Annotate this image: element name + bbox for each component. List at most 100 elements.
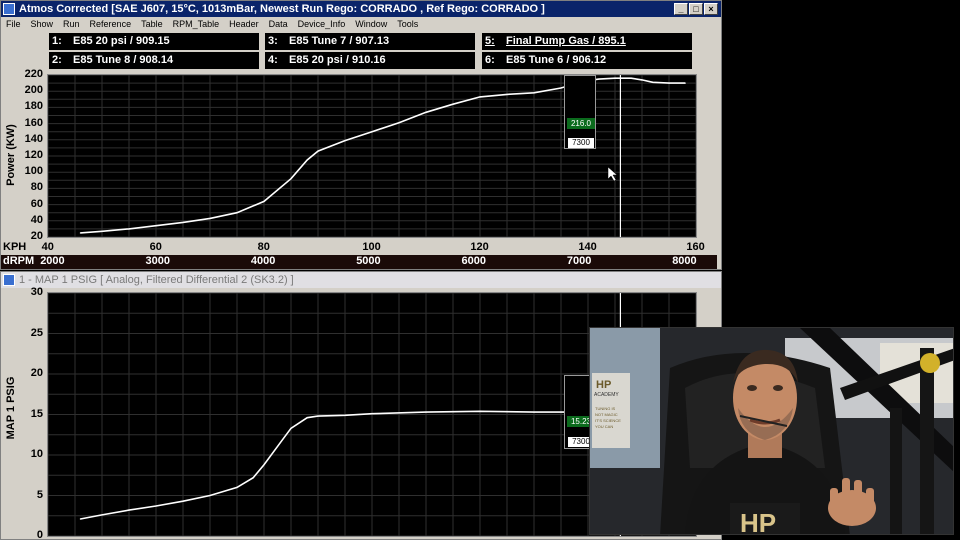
run-legend: 1: E85 20 psi / 909.15 2: E85 Tune 8 / 9… <box>1 32 721 72</box>
map-data-point <box>425 411 427 413</box>
power-y-tick: 40 <box>30 213 43 226</box>
power-window-titlebar[interactable]: Atmos Corrected [SAE J607, 15°C, 1013mBa… <box>1 1 721 17</box>
power-y-tick: 160 <box>24 116 43 129</box>
map-data-point <box>79 518 81 520</box>
svg-text:TUNING IS: TUNING IS <box>595 406 616 411</box>
mouse-pointer-icon <box>607 166 618 182</box>
rpm-axis-label: dRPM <box>3 255 35 267</box>
rpm-tick: 2000 <box>40 255 65 267</box>
power-data-point <box>101 230 103 232</box>
power-y-tick: 180 <box>24 100 43 113</box>
kph-tick: 160 <box>686 241 705 253</box>
app-icon <box>3 274 15 286</box>
menu-run[interactable]: Run <box>58 17 85 31</box>
run-item-6[interactable]: 6: E85 Tune 6 / 906.12 <box>482 52 692 69</box>
kph-tick: 100 <box>362 241 381 253</box>
rpm-tick: 7000 <box>566 255 592 267</box>
map-data-point <box>317 415 319 417</box>
map-data-point <box>344 414 346 416</box>
svg-text:NOT MAGIC: NOT MAGIC <box>595 412 618 417</box>
menu-show[interactable]: Show <box>26 17 59 31</box>
power-y-tick: 60 <box>30 197 43 210</box>
map-data-point <box>533 411 535 413</box>
menu-header[interactable]: Header <box>224 17 264 31</box>
power-data-point <box>155 225 157 227</box>
map-y-tick: 0 <box>36 529 43 540</box>
power-data-point <box>452 103 454 105</box>
power-chart-svg <box>47 74 697 238</box>
map-data-point <box>128 509 130 511</box>
kph-tick: 40 <box>41 241 54 253</box>
power-data-point <box>533 92 535 94</box>
map-y-tick: 5 <box>36 488 43 501</box>
map-data-point <box>279 442 281 444</box>
power-data-point <box>560 87 562 89</box>
map-data-point <box>479 410 481 412</box>
presenter-webcam: HP ACADEMY TUNING IS NOT MAGIC IT'S SCIE… <box>589 327 954 535</box>
kph-tick: 80 <box>257 241 270 253</box>
map-data-point <box>371 413 373 415</box>
power-data-point <box>317 150 319 152</box>
menu-rpm-table[interactable]: RPM_Table <box>168 17 225 31</box>
window-title: Atmos Corrected [SAE J607, 15°C, 1013mBa… <box>19 3 545 15</box>
power-data-point <box>684 82 686 84</box>
menu-file[interactable]: File <box>1 17 26 31</box>
rpm-tick: 8000 <box>672 255 697 267</box>
menu-window[interactable]: Window <box>350 17 392 31</box>
run-item-2[interactable]: 2: E85 Tune 8 / 908.14 <box>49 52 259 69</box>
map-data-point <box>209 494 211 497</box>
power-data-point <box>263 200 265 202</box>
svg-text:YOU CAN: YOU CAN <box>595 424 613 429</box>
power-data-point <box>79 232 81 234</box>
close-icon[interactable]: × <box>704 3 718 15</box>
power-cursor-value: 216.0 <box>567 118 595 129</box>
menu-tools[interactable]: Tools <box>392 17 423 31</box>
run-item-1[interactable]: 1: E85 20 psi / 909.15 <box>49 33 259 50</box>
minimize-icon[interactable]: _ <box>674 3 688 15</box>
power-data-point <box>371 131 373 133</box>
power-data-point <box>182 221 184 224</box>
power-plot[interactable]: 216.0 7300 <box>47 74 697 238</box>
power-y-tick: 120 <box>24 149 43 161</box>
power-data-point <box>506 93 508 96</box>
power-data-point <box>398 122 400 124</box>
map-y-tick: 10 <box>30 448 43 460</box>
menu-table[interactable]: Table <box>136 17 168 31</box>
power-cursor-readout: 216.0 7300 <box>564 75 596 149</box>
power-data-point <box>290 178 292 180</box>
menu-reference[interactable]: Reference <box>85 17 137 31</box>
screen: Atmos Corrected [SAE J607, 15°C, 1013mBa… <box>0 0 960 540</box>
run-item-5[interactable]: 5: Final Pump Gas / 895.1 <box>482 33 692 50</box>
map-data-point <box>252 477 254 479</box>
maximize-icon[interactable]: □ <box>689 3 703 15</box>
run-item-3[interactable]: 3: E85 Tune 7 / 907.13 <box>265 33 475 50</box>
power-data-point <box>479 96 481 98</box>
power-data-point <box>668 82 670 84</box>
menu-device-info[interactable]: Device_Info <box>293 17 351 31</box>
map-data-point <box>101 514 103 516</box>
power-y-label: Power (KW) <box>5 124 17 186</box>
power-y-tick: 220 <box>24 68 43 80</box>
menu-data[interactable]: Data <box>264 17 293 31</box>
power-y-tick: 100 <box>24 165 43 178</box>
run-item-4[interactable]: 4: E85 20 psi / 910.16 <box>265 52 475 69</box>
power-data-point <box>630 77 632 79</box>
power-data-point <box>641 79 643 81</box>
kph-tick: 60 <box>149 241 162 253</box>
window-controls: _ □ × <box>674 3 718 15</box>
map-data-point <box>263 464 265 466</box>
kph-axis-label: KPH <box>3 241 27 253</box>
map-y-tick: 30 <box>30 286 43 298</box>
map-data-point <box>290 427 292 429</box>
power-window: Atmos Corrected [SAE J607, 15°C, 1013mBa… <box>0 0 722 270</box>
rpm-tick: 6000 <box>461 255 487 267</box>
power-cursor-rpm: 7300 <box>568 138 594 148</box>
rpm-tick: 4000 <box>250 255 276 267</box>
power-data-point <box>425 111 427 113</box>
map-y-axis: MAP 1 PSIG 30 25 20 15 10 5 0 <box>1 286 47 540</box>
map-window-title: 1 - MAP 1 PSIG [ Analog, Filtered Differ… <box>19 274 294 286</box>
presenter-image: HP ACADEMY TUNING IS NOT MAGIC IT'S SCIE… <box>590 328 953 534</box>
power-y-tick: 200 <box>24 84 43 97</box>
map-window-titlebar[interactable]: 1 - MAP 1 PSIG [ Analog, Filtered Differ… <box>1 272 721 288</box>
kph-tick: 140 <box>578 241 597 253</box>
